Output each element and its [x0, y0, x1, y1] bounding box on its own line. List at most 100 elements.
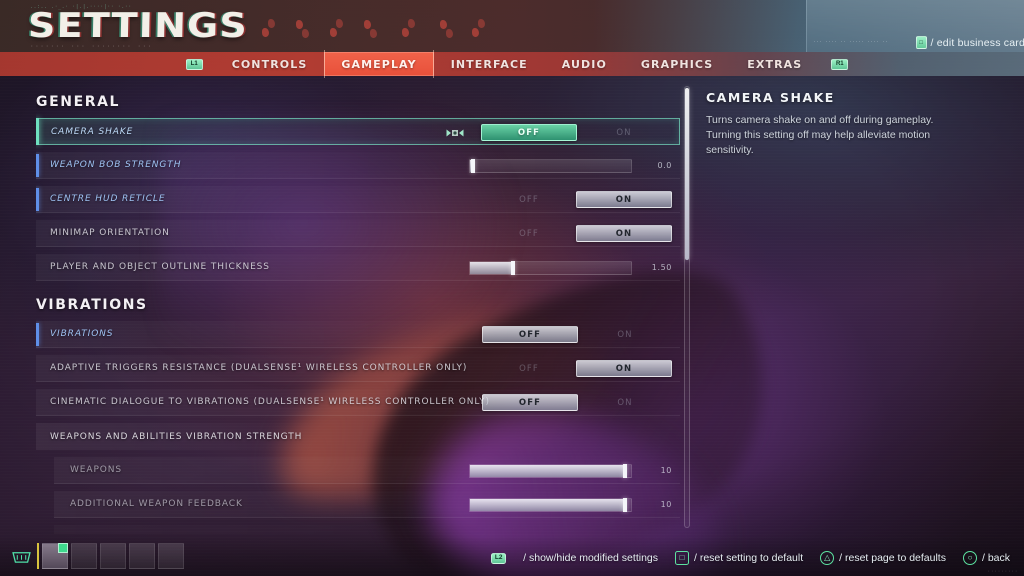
quickbar-slot[interactable]: [129, 543, 155, 569]
tab-bar: L1 CONTROLS GAMEPLAY INTERFACE AUDIO GRAPHICS…: [0, 50, 1024, 78]
header-deco-mark: [402, 28, 409, 37]
header-deco-mark: [364, 20, 371, 29]
page-title: SETTINGS: [27, 6, 249, 46]
title-glitch-bottom: ······· ··· ········ ···: [30, 43, 153, 50]
slider-fill: [470, 464, 625, 477]
setting-row-weapons-and-abilities-vibration-strength[interactable]: WEAPONS AND ABILITIES VIBRATION STRENGTH: [36, 423, 680, 450]
header-deco-mark: [440, 20, 447, 29]
quickbar-slot[interactable]: [100, 543, 126, 569]
setting-row-partial[interactable]: [54, 525, 680, 534]
quickbar-slot[interactable]: [42, 543, 68, 569]
hint-reset-setting-to-default[interactable]: □ / reset setting to default: [675, 551, 803, 565]
toggle-option-on[interactable]: ON: [578, 394, 672, 411]
hint-label: / show/hide modified settings: [523, 552, 658, 564]
setting-row-weapon-bob-strength[interactable]: WEAPON BOB STRENGTH 0.0: [36, 152, 680, 179]
toggle-option-on[interactable]: ON: [576, 191, 672, 208]
setting-label: CINEMATIC DIALOGUE TO VIBRATIONS (DUALSE…: [50, 397, 490, 407]
slider-track[interactable]: [469, 463, 632, 478]
quickbar-slot[interactable]: [158, 543, 184, 569]
slider-value: 10: [660, 466, 672, 475]
toggle-option-on[interactable]: ON: [578, 326, 672, 343]
setting-row-weapons[interactable]: WEAPONS 10: [54, 457, 680, 484]
row-control: OFF ON: [446, 119, 671, 146]
setting-row-player-and-object-outline-thickness[interactable]: PLAYER AND OBJECT OUTLINE THICKNESS 1.50: [36, 254, 680, 281]
right-bumper-icon[interactable]: R1: [831, 58, 849, 70]
scrollbar-thumb[interactable]: [685, 88, 689, 260]
slider-track[interactable]: [469, 497, 632, 512]
quickbar-slots[interactable]: [37, 543, 184, 569]
hint-glyph-icon: △: [820, 551, 835, 565]
hint-show-hide-modified-settings[interactable]: L2 / show/hide modified settings: [479, 552, 658, 564]
setting-label: WEAPONS: [70, 465, 122, 475]
toggle-group[interactable]: OFF ON: [482, 360, 672, 377]
toggle-option-off[interactable]: OFF: [481, 124, 577, 141]
setting-label: VIBRATIONS: [50, 329, 114, 339]
setting-label: MINIMAP ORIENTATION: [50, 228, 170, 238]
tab-gameplay[interactable]: GAMEPLAY: [324, 50, 435, 78]
slider-fill: [470, 498, 625, 511]
row-control: 10: [469, 491, 672, 518]
setting-label: WEAPONS AND ABILITIES VIBRATION STRENGTH: [50, 431, 303, 442]
setting-label: CAMERA SHAKE: [51, 126, 134, 137]
slider-value: 0.0: [657, 161, 672, 170]
row-control: 10: [469, 457, 672, 484]
header-bar: ..:.. .·_.· ·|.|.····|·· ·.·· SETTINGS ·…: [0, 0, 1024, 52]
setting-row-centre-hud-reticle[interactable]: CENTRE HUD RETICLE OFF ON: [36, 186, 680, 213]
tab-audio[interactable]: AUDIO: [545, 52, 624, 76]
tab-graphics[interactable]: GRAPHICS: [624, 52, 730, 76]
watermark: ·········: [987, 569, 1018, 575]
hint-glyph-icon: L2: [491, 552, 507, 564]
slider-track[interactable]: [469, 260, 632, 275]
setting-row-camera-shake[interactable]: CAMERA SHAKE OFF ON: [36, 118, 680, 145]
slider-track[interactable]: [469, 158, 632, 173]
toggle-option-off[interactable]: OFF: [482, 191, 576, 208]
toggle-option-on[interactable]: ON: [576, 360, 672, 377]
toggle-group[interactable]: OFF ON: [482, 394, 672, 411]
tab-extras[interactable]: EXTRAS: [730, 52, 819, 76]
hint-label: / back: [981, 552, 1010, 564]
header-deco-mark: [330, 28, 337, 37]
business-card-panel[interactable]: ··· ···· ·· ····· ···· ·· □ / edit busin…: [806, 0, 1024, 52]
header-deco-mark: [296, 20, 303, 29]
tab-controls[interactable]: CONTROLS: [215, 52, 325, 76]
toggle-option-off[interactable]: OFF: [482, 225, 576, 242]
slider-handle[interactable]: [622, 463, 627, 478]
hint-back[interactable]: ○ / back: [962, 551, 1010, 565]
setting-row-minimap-orientation[interactable]: MINIMAP ORIENTATION OFF ON: [36, 220, 680, 247]
setting-row-vibrations[interactable]: VIBRATIONS OFF ON: [36, 321, 680, 348]
modified-marker: [36, 188, 39, 211]
quickbar: [12, 543, 184, 569]
hint-reset-page-to-defaults[interactable]: △ / reset page to defaults: [820, 551, 946, 565]
content-area: GENERAL CAMERA SHAKE OFF ON WEAPON BOB STREN…: [0, 76, 1024, 536]
edit-business-card-label: / edit business card: [930, 36, 1024, 49]
settings-scrollbar[interactable]: [684, 86, 690, 528]
slider-handle[interactable]: [622, 497, 627, 512]
slider-handle[interactable]: [511, 260, 516, 275]
dpad-left-right-icon: [446, 126, 464, 140]
toggle-option-on[interactable]: ON: [577, 124, 671, 141]
toggle-group[interactable]: OFF ON: [482, 191, 672, 208]
setting-row-adaptive-triggers-resistance-dualsense-wireles[interactable]: ADAPTIVE TRIGGERS RESISTANCE (DUALSENSE¹…: [36, 355, 680, 382]
setting-row-cinematic-dialogue-to-vibrations-dualsense-wir[interactable]: CINEMATIC DIALOGUE TO VIBRATIONS (DUALSE…: [36, 389, 680, 416]
setting-row-additional-weapon-feedback[interactable]: ADDITIONAL WEAPON FEEDBACK 10: [54, 491, 680, 518]
header-deco-mark: [446, 29, 453, 38]
toggle-group[interactable]: OFF ON: [481, 124, 671, 141]
toggle-option-off[interactable]: OFF: [482, 360, 576, 377]
toggle-group[interactable]: OFF ON: [482, 326, 672, 343]
basket-icon: [12, 549, 31, 564]
row-control: OFF ON: [482, 389, 672, 416]
toggle-option-off[interactable]: OFF: [482, 326, 578, 343]
slider-handle[interactable]: [471, 158, 476, 173]
row-control: OFF ON: [482, 321, 672, 348]
toggle-option-off[interactable]: OFF: [482, 394, 578, 411]
modified-marker: [36, 323, 39, 346]
section-title-general: GENERAL: [36, 94, 121, 110]
left-bumper-icon[interactable]: L1: [185, 58, 203, 70]
quickbar-slot[interactable]: [71, 543, 97, 569]
button-hints: L2 / show/hide modified settings □ / reset …: [479, 551, 1010, 565]
toggle-option-on[interactable]: ON: [576, 225, 672, 242]
settings-screen: ..:.. .·_.· ·|.|.····|·· ·.·· SETTINGS ·…: [0, 0, 1024, 576]
tab-interface[interactable]: INTERFACE: [434, 52, 545, 76]
setting-label: WEAPON BOB STRENGTH: [50, 160, 182, 170]
toggle-group[interactable]: OFF ON: [482, 225, 672, 242]
